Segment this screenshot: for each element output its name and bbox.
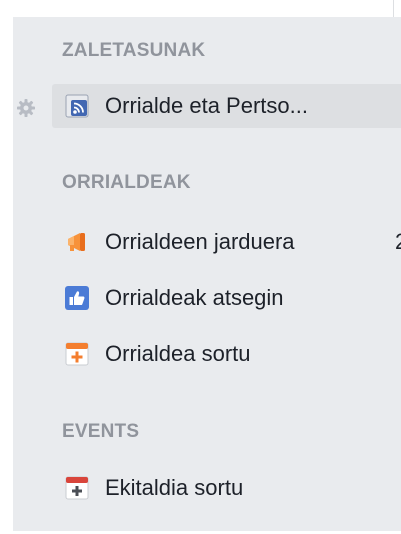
nav-item-label: Orrialdea sortu (105, 341, 251, 366)
top-divider (393, 0, 394, 17)
section-header-orrialdeak: ORRIALDEAK (62, 172, 191, 193)
section-header-events: EVENTS (62, 421, 140, 442)
thumbs-up-icon (65, 286, 89, 310)
nav-item-orrialdea-sortu[interactable]: Orrialdea sortu (52, 332, 401, 376)
activity-count: 2 (395, 229, 401, 255)
create-event-icon (65, 476, 89, 500)
nav-item-label: Ekitaldia sortu (105, 475, 244, 500)
gear-icon[interactable] (14, 96, 38, 120)
megaphone-icon (65, 230, 89, 254)
nav-item-label: Orrialde eta Pertso... (105, 93, 308, 118)
nav-item-label: Orrialdeak atsegin (105, 285, 284, 310)
create-page-icon (65, 342, 89, 366)
section-header-zaletasunak: ZALETASUNAK (62, 40, 206, 61)
nav-item-orrialde-eta-pertsonak[interactable]: Orrialde eta Pertso... (52, 84, 401, 128)
nav-item-orrialdeak-atsegin[interactable]: Orrialdeak atsegin (52, 276, 401, 320)
nav-item-orrialdeen-jarduera[interactable]: Orrialdeen jarduera 2 (52, 220, 401, 264)
nav-item-label: Orrialdeen jarduera (105, 229, 295, 254)
nav-item-ekitaldia-sortu[interactable]: Ekitaldia sortu (52, 466, 401, 510)
rss-feed-icon (65, 94, 89, 118)
